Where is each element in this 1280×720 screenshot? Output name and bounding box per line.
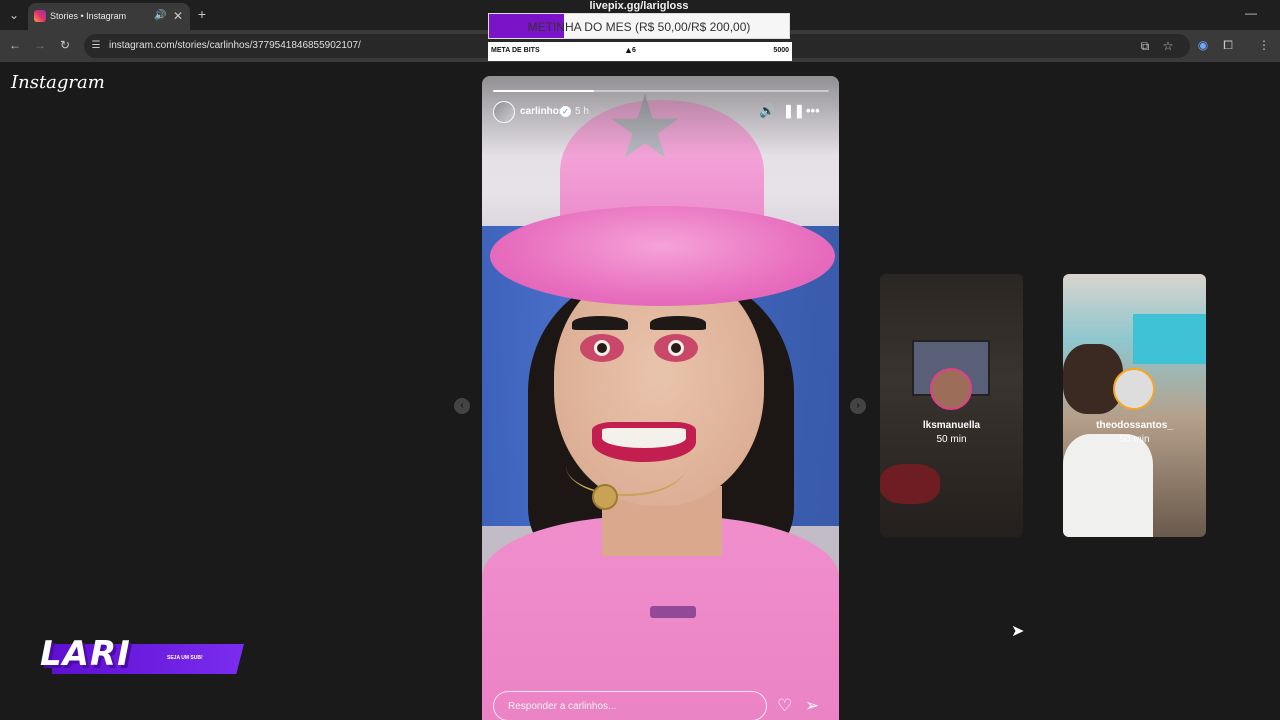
lari-sub-text: SEJA UM SUB! — [167, 655, 203, 661]
extension-icon[interactable]: ◉ — [1196, 38, 1210, 52]
story-avatar[interactable] — [493, 101, 515, 123]
preview-photo-shirt — [1063, 434, 1153, 537]
menu-icon[interactable]: ⋮ — [1257, 38, 1271, 52]
story-photo-chain — [566, 436, 686, 496]
puzzle-icon[interactable]: ⧠ — [1221, 38, 1235, 52]
verified-icon: ✓ — [560, 106, 571, 117]
pause-icon[interactable]: ❚❚ — [783, 103, 805, 119]
story-progress-bar — [493, 90, 829, 92]
bits-goal: 5000 — [773, 47, 789, 54]
heart-icon[interactable]: ♡ — [777, 696, 792, 716]
cast-icon[interactable]: ⧉ — [1138, 39, 1152, 53]
preview-photo-person — [1063, 344, 1123, 414]
preview-avatar — [1113, 368, 1155, 410]
new-tab-icon[interactable]: + — [195, 7, 209, 21]
preview-time: 50 min — [1119, 434, 1150, 445]
story-preview-card[interactable]: lksmanuella 50 min — [880, 274, 1023, 537]
reload-icon[interactable]: ↻ — [58, 38, 72, 52]
story-photo-pendant — [592, 484, 618, 510]
site-info-icon[interactable]: ☰ — [89, 39, 103, 53]
back-icon[interactable]: ← — [8, 38, 22, 52]
cursor-icon: ➤ — [1011, 623, 1025, 640]
bits-label: META DE BITS — [491, 47, 540, 54]
more-options-icon[interactable]: ••• — [806, 103, 820, 119]
story-photo-brow — [572, 316, 628, 330]
preview-avatar — [930, 368, 972, 410]
story-username[interactable]: carlinhos — [520, 106, 564, 117]
reply-input[interactable]: Responder a carlinhos... — [493, 691, 767, 720]
send-icon[interactable]: ➢ — [805, 696, 819, 716]
previous-story-button[interactable]: ‹ — [454, 398, 470, 414]
forward-icon[interactable]: → — [33, 38, 47, 52]
close-icon[interactable]: ✕ — [172, 9, 184, 23]
story-viewer[interactable]: carlinhos ✓ 5 h 🔊 ❚❚ ••• Responder a car… — [482, 76, 839, 720]
reply-placeholder: Responder a carlinhos... — [508, 701, 617, 712]
tab-list-icon[interactable]: ⌄ — [7, 8, 21, 22]
bits-count: 6 — [632, 47, 636, 54]
preview-time: 50 min — [936, 434, 967, 445]
tab-title: Stories • Instagram — [50, 11, 127, 21]
preview-photo-chair — [880, 464, 940, 504]
story-photo-brow — [650, 316, 706, 330]
preview-username: lksmanuella — [922, 420, 981, 431]
goal-text: METINHA DO MES (R$ 50,00/R$ 200,00) — [527, 20, 751, 34]
instagram-favicon — [34, 10, 46, 22]
lari-logo: LARI — [40, 634, 131, 674]
next-story-button[interactable]: › — [850, 398, 866, 414]
story-photo-shirt-logo — [650, 606, 696, 618]
story-time: 5 h — [575, 106, 589, 117]
url-text[interactable]: instagram.com/stories/carlinhos/37795418… — [109, 40, 361, 51]
preview-username: theodossantos_ — [1096, 420, 1173, 431]
minimize-icon[interactable]: — — [1244, 6, 1258, 20]
story-photo-eye — [654, 334, 698, 362]
volume-icon[interactable]: 🔊 — [759, 103, 775, 119]
bookmark-star-icon[interactable]: ☆ — [1161, 39, 1175, 53]
goal-progress-bar: METINHA DO MES (R$ 50,00/R$ 200,00) — [488, 13, 790, 39]
browser-tab[interactable]: Stories • Instagram 🔊 ✕ — [28, 3, 190, 30]
bits-goal-bar: META DE BITS ▲ 6 5000 — [488, 42, 792, 61]
livepix-title: livepix.gg/larigloss — [589, 0, 689, 12]
story-progress-fill — [493, 90, 594, 92]
speaker-icon[interactable]: 🔊 — [154, 9, 166, 23]
story-photo-eye — [580, 334, 624, 362]
instagram-logo[interactable]: Instagram — [11, 72, 105, 93]
preview-photo-pool — [1133, 314, 1206, 364]
story-preview-card[interactable]: theodossantos_ 50 min — [1063, 274, 1206, 537]
story-photo-hat-brim — [490, 206, 835, 306]
